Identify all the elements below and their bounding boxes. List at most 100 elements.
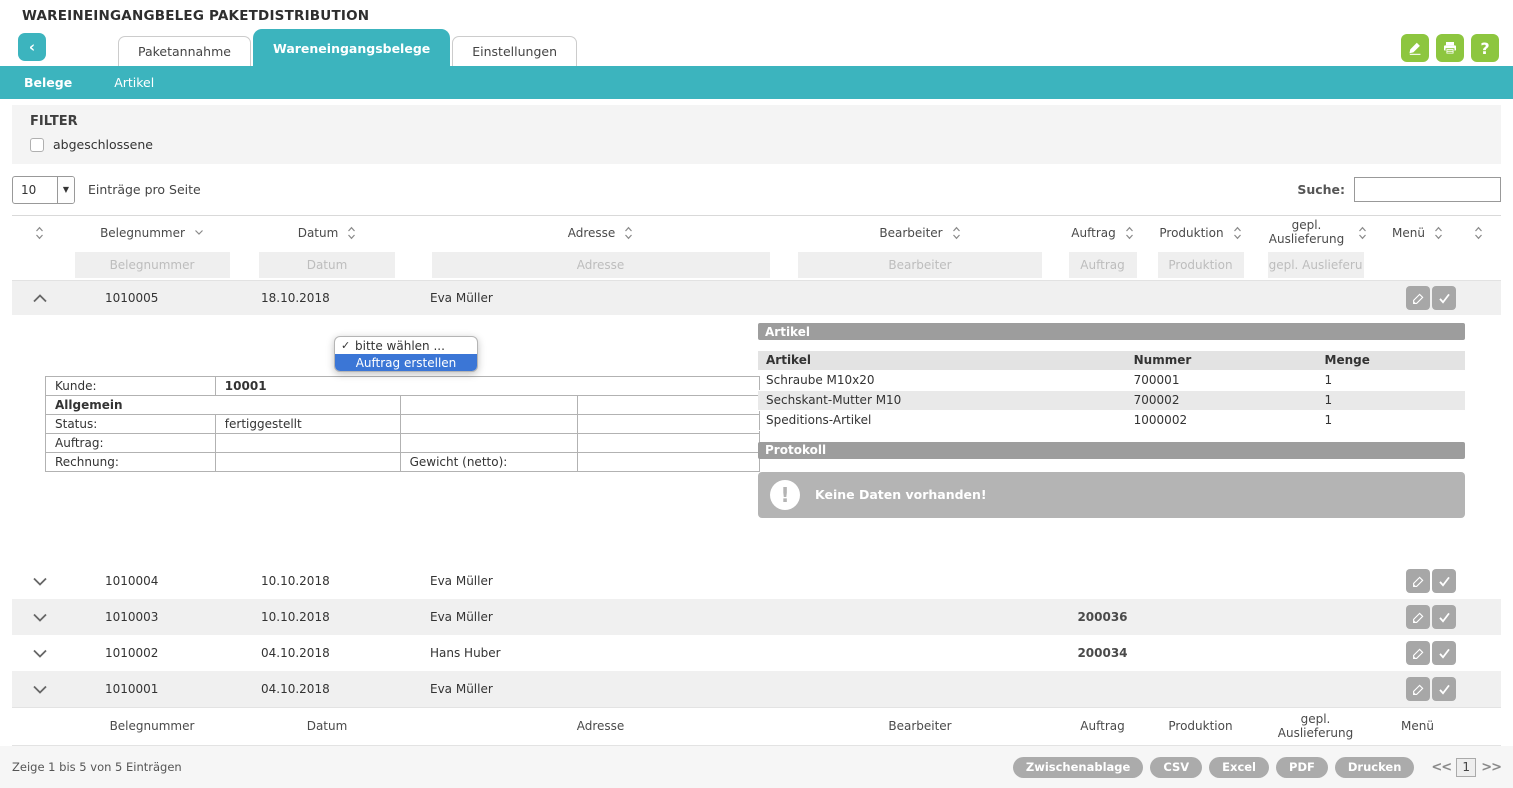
subnav-item-belege[interactable]: Belege xyxy=(24,75,72,90)
subnav-item-artikel[interactable]: Artikel xyxy=(114,75,154,90)
auftrag-label: Auftrag: xyxy=(46,434,216,453)
expand-row-button[interactable] xyxy=(12,613,67,622)
tab-label: Einstellungen xyxy=(472,44,557,59)
collapse-row-button[interactable] xyxy=(12,294,67,303)
edit-row-button[interactable] xyxy=(1406,569,1430,593)
checkbox-label: abgeschlossene xyxy=(53,137,153,152)
next-page-button[interactable]: >> xyxy=(1481,760,1501,775)
table-filter-row xyxy=(12,249,1501,281)
check-icon xyxy=(1437,646,1452,661)
table-row-1010002[interactable]: 1010002 04.10.2018 Hans Huber 200034 xyxy=(12,635,1501,671)
expand-row-button[interactable] xyxy=(12,685,67,694)
complete-row-button[interactable] xyxy=(1432,677,1456,701)
expand-row-button[interactable] xyxy=(12,577,67,586)
titlebar: WAREINEINGANGBELEG PAKETDISTRIBUTION xyxy=(0,0,1513,32)
tab-wareneingangsbelege[interactable]: Wareneingangsbelege xyxy=(253,29,450,66)
zwischenablage-button[interactable]: Zwischenablage xyxy=(1013,757,1143,778)
sort-icon xyxy=(35,226,44,240)
column-menu[interactable]: Menü xyxy=(1379,226,1456,240)
menu-item-auftrag-erstellen[interactable]: Auftrag erstellen xyxy=(335,354,477,371)
column-sort-extra[interactable] xyxy=(1456,226,1501,240)
pdf-button[interactable]: PDF xyxy=(1276,757,1328,778)
artikel-table: Artikel Nummer Menge Schraube M10x20 700… xyxy=(758,351,1465,431)
complete-row-button[interactable] xyxy=(1432,641,1456,665)
complete-row-button[interactable] xyxy=(1432,286,1456,310)
filter-produktion-input[interactable] xyxy=(1158,252,1244,278)
protokoll-section-header: Protokoll xyxy=(758,442,1465,459)
cell-belegnummer: 1010002 xyxy=(67,646,237,660)
complete-row-button[interactable] xyxy=(1432,605,1456,629)
search-input[interactable] xyxy=(1354,177,1501,202)
table-row: Allgemein xyxy=(46,396,760,415)
sort-icon xyxy=(1125,226,1134,240)
cell-belegnummer: 1010005 xyxy=(67,291,237,305)
print-button[interactable] xyxy=(1436,34,1464,62)
cell-belegnummer: 1010003 xyxy=(67,610,237,624)
chevron-left-icon: ‹ xyxy=(29,38,35,56)
beleg-info-table: Kunde: 10001 Allgemein Status: fertigges… xyxy=(45,376,760,472)
tab-strip: Paketannahme Wareneingangsbelege Einstel… xyxy=(118,29,579,66)
filter-datum-input[interactable] xyxy=(259,252,395,278)
column-bearbeiter[interactable]: Bearbeiter xyxy=(784,226,1056,240)
expand-row-button[interactable] xyxy=(12,649,67,658)
filter-adresse-input[interactable] xyxy=(432,252,770,278)
row-detail-panel: ✓ bitte wählen ... Auftrag erstellen Kun… xyxy=(0,315,1513,563)
menu-item-bitte-waehlen[interactable]: ✓ bitte wählen ... xyxy=(335,337,477,354)
cell-adresse: Eva Müller xyxy=(417,610,784,624)
csv-button[interactable]: CSV xyxy=(1150,757,1202,778)
column-belegnummer[interactable]: Belegnummer xyxy=(67,226,237,240)
complete-row-button[interactable] xyxy=(1432,569,1456,593)
tab-paketannahme[interactable]: Paketannahme xyxy=(118,36,251,66)
entries-info: Zeige 1 bis 5 von 5 Einträgen xyxy=(12,760,182,774)
sort-icon xyxy=(1474,226,1483,240)
table-row-1010004[interactable]: 1010004 10.10.2018 Eva Müller xyxy=(12,563,1501,599)
cell-datum: 18.10.2018 xyxy=(237,291,417,305)
current-page[interactable]: 1 xyxy=(1456,758,1476,777)
excel-button[interactable]: Excel xyxy=(1209,757,1269,778)
toolbar: ? xyxy=(1401,34,1499,62)
edit-button[interactable] xyxy=(1401,34,1429,62)
footer-column-gepl-auslieferung: gepl. Auslieferung xyxy=(1252,713,1379,741)
column-auftrag[interactable]: Auftrag xyxy=(1056,226,1149,240)
tab-einstellungen[interactable]: Einstellungen xyxy=(452,36,577,66)
filter-title: FILTER xyxy=(30,114,1483,129)
edit-row-button[interactable] xyxy=(1406,677,1430,701)
abgeschlossene-checkbox[interactable] xyxy=(30,138,44,152)
help-button[interactable]: ? xyxy=(1471,34,1499,62)
column-gepl-auslieferung[interactable]: gepl. Auslieferung xyxy=(1252,219,1379,247)
footer-column-auftrag: Auftrag xyxy=(1056,720,1149,734)
sort-desc-icon xyxy=(194,229,204,236)
edit-row-button[interactable] xyxy=(1406,286,1430,310)
edit-row-button[interactable] xyxy=(1406,605,1430,629)
footer-column-belegnummer: Belegnummer xyxy=(67,720,237,734)
filter-gepl-auslieferung-input[interactable] xyxy=(1268,252,1364,278)
table-row: Rechnung: Gewicht (netto): xyxy=(46,453,760,472)
table-row-1010003[interactable]: 1010003 10.10.2018 Eva Müller 200036 xyxy=(12,599,1501,635)
printer-icon xyxy=(1442,40,1458,56)
back-button[interactable]: ‹ xyxy=(18,33,46,61)
table-footer-row: Belegnummer Datum Adresse Bearbeiter Auf… xyxy=(12,707,1501,746)
footer-column-menu: Menü xyxy=(1379,720,1456,734)
drucken-button[interactable]: Drucken xyxy=(1335,757,1415,778)
table-row: Status: fertiggestellt xyxy=(46,415,760,434)
check-icon xyxy=(1437,682,1452,697)
table-row-1010005[interactable]: 1010005 18.10.2018 Eva Müller xyxy=(12,281,1501,315)
prev-page-button[interactable]: << xyxy=(1431,760,1451,775)
column-produktion[interactable]: Produktion xyxy=(1149,226,1252,240)
search-label: Suche: xyxy=(1297,182,1345,197)
table-row-1010001[interactable]: 1010001 04.10.2018 Eva Müller xyxy=(12,671,1501,707)
table-row: Speditions-Artikel 1000002 1 xyxy=(758,410,1465,430)
column-datum[interactable]: Datum xyxy=(237,226,417,240)
page-size-select[interactable]: 10 ▼ xyxy=(12,176,75,204)
pencil-icon xyxy=(1411,646,1426,661)
page-size-label: Einträge pro Seite xyxy=(88,182,201,197)
filter-belegnummer-input[interactable] xyxy=(75,252,230,278)
edit-row-button[interactable] xyxy=(1406,641,1430,665)
filter-auftrag-input[interactable] xyxy=(1069,252,1137,278)
pagination: << 1 >> xyxy=(1431,758,1501,777)
question-mark-icon: ? xyxy=(1480,39,1489,58)
filter-bearbeiter-input[interactable] xyxy=(798,252,1042,278)
column-adresse[interactable]: Adresse xyxy=(417,226,784,240)
column-sort-expand[interactable] xyxy=(12,226,67,240)
check-icon xyxy=(1437,291,1452,306)
